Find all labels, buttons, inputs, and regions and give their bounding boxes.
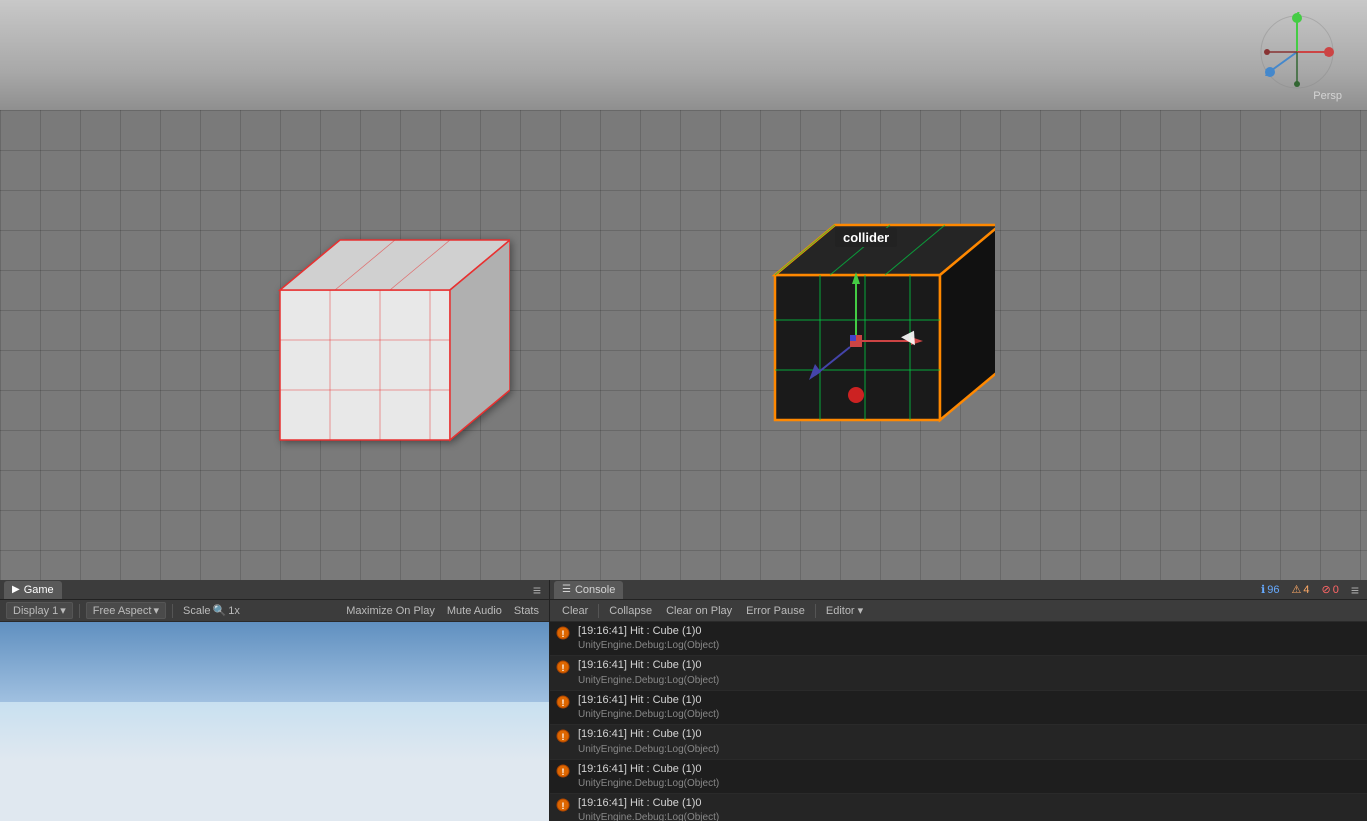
- scene-gizmo[interactable]: Y X Z: [1257, 12, 1337, 92]
- game-tab-label: Game: [24, 584, 54, 596]
- bottom-panels: ▶ Game ≡ Display 1 ▾ Free Aspect ▾ Scale…: [0, 580, 1367, 821]
- err-icon: ⊘: [1321, 583, 1330, 596]
- game-tab[interactable]: ▶ Game: [4, 581, 62, 599]
- log-warn-icon: !: [556, 764, 572, 780]
- game-sky: [0, 622, 549, 702]
- game-tab-icon: ▶: [12, 584, 20, 595]
- log-entry[interactable]: ! [19:16:41] Hit : Cube (1)0UnityEngine.…: [550, 691, 1367, 725]
- warn-badge: ⚠ 4: [1287, 583, 1313, 596]
- log-entry[interactable]: ! [19:16:41] Hit : Cube (1)0UnityEngine.…: [550, 622, 1367, 656]
- info-count: 96: [1267, 584, 1279, 596]
- svg-text:!: !: [562, 767, 565, 777]
- scale-icon: 🔍: [213, 604, 227, 617]
- console-badges: ℹ 96 ⚠ 4 ⊘ 0: [1257, 583, 1343, 596]
- toolbar-sep-2: [172, 604, 173, 618]
- svg-text:!: !: [562, 629, 565, 639]
- log-entry[interactable]: ! [19:16:41] Hit : Cube (1)0UnityEngine.…: [550, 725, 1367, 759]
- editor-label: Editor: [826, 605, 855, 617]
- grid-floor: [0, 110, 1367, 580]
- svg-text:Y: Y: [1295, 12, 1302, 19]
- clear-on-play-btn[interactable]: Clear on Play: [660, 604, 738, 618]
- err-badge: ⊘ 0: [1317, 583, 1342, 596]
- console-sep-1: [598, 604, 599, 618]
- display-dropdown[interactable]: Display 1 ▾: [6, 602, 73, 619]
- game-panel-menu[interactable]: ≡: [529, 582, 545, 598]
- svg-text:!: !: [562, 698, 565, 708]
- log-text: [19:16:41] Hit : Cube (1)0UnityEngine.De…: [578, 796, 1361, 821]
- console-tab-bar: ☰ Console ℹ 96 ⚠ 4 ⊘ 0 ≡: [550, 580, 1367, 600]
- aspect-label: Free Aspect: [93, 605, 152, 617]
- console-panel: ☰ Console ℹ 96 ⚠ 4 ⊘ 0 ≡: [550, 580, 1367, 821]
- svg-text:!: !: [562, 732, 565, 742]
- console-tab[interactable]: ☰ Console: [554, 581, 623, 599]
- editor-btn[interactable]: Editor ▾: [820, 603, 869, 618]
- log-warn-icon: !: [556, 626, 572, 642]
- stats-label: Stats: [514, 605, 539, 617]
- scene-viewport[interactable]: collider Y X Z Persp: [0, 0, 1367, 580]
- scale-label: Scale: [183, 605, 211, 617]
- editor-arrow: ▾: [858, 605, 864, 617]
- log-entry[interactable]: ! [19:16:41] Hit : Cube (1)0UnityEngine.…: [550, 794, 1367, 821]
- game-toolbar: Display 1 ▾ Free Aspect ▾ Scale 🔍 1x Max…: [0, 600, 549, 622]
- error-pause-btn[interactable]: Error Pause: [740, 604, 811, 618]
- console-toolbar: Clear Collapse Clear on Play Error Pause…: [550, 600, 1367, 622]
- maximize-label: Maximize On Play: [346, 605, 435, 617]
- log-text: [19:16:41] Hit : Cube (1)0UnityEngine.De…: [578, 727, 1361, 756]
- aspect-dropdown[interactable]: Free Aspect ▾: [86, 602, 166, 619]
- console-tab-icon: ☰: [562, 584, 571, 595]
- aspect-arrow: ▾: [153, 604, 159, 617]
- log-warn-icon: !: [556, 798, 572, 814]
- console-tab-label: Console: [575, 584, 615, 596]
- mute-audio-btn[interactable]: Mute Audio: [443, 604, 506, 618]
- clear-btn[interactable]: Clear: [556, 604, 594, 618]
- toolbar-sep-1: [79, 604, 80, 618]
- log-entry[interactable]: ! [19:16:41] Hit : Cube (1)0UnityEngine.…: [550, 760, 1367, 794]
- scale-value: 1x: [228, 605, 240, 617]
- log-text: [19:16:41] Hit : Cube (1)0UnityEngine.De…: [578, 658, 1361, 687]
- log-warn-icon: !: [556, 660, 572, 676]
- svg-text:X: X: [1325, 48, 1332, 59]
- console-log[interactable]: ! [19:16:41] Hit : Cube (1)0UnityEngine.…: [550, 622, 1367, 821]
- warn-icon: ⚠: [1291, 583, 1301, 596]
- svg-text:Z: Z: [1265, 68, 1271, 79]
- collapse-btn[interactable]: Collapse: [603, 604, 658, 618]
- display-arrow: ▾: [60, 604, 66, 617]
- warn-count: 4: [1303, 584, 1309, 596]
- stats-btn[interactable]: Stats: [510, 604, 543, 618]
- display-label: Display 1: [13, 605, 58, 617]
- log-text: [19:16:41] Hit : Cube (1)0UnityEngine.De…: [578, 624, 1361, 653]
- white-cube: [250, 230, 510, 483]
- info-icon: ℹ: [1261, 583, 1265, 596]
- log-warn-icon: !: [556, 695, 572, 711]
- console-panel-menu[interactable]: ≡: [1347, 582, 1363, 598]
- game-preview: [0, 622, 549, 821]
- game-panel: ▶ Game ≡ Display 1 ▾ Free Aspect ▾ Scale…: [0, 580, 550, 821]
- console-sep-2: [815, 604, 816, 618]
- scale-control: Scale 🔍 1x: [183, 604, 240, 617]
- log-text: [19:16:41] Hit : Cube (1)0UnityEngine.De…: [578, 762, 1361, 791]
- log-text: [19:16:41] Hit : Cube (1)0UnityEngine.De…: [578, 693, 1361, 722]
- sky-band: [0, 0, 1367, 120]
- mute-label: Mute Audio: [447, 605, 502, 617]
- perspective-label: Persp: [1313, 90, 1342, 102]
- svg-text:!: !: [562, 663, 565, 673]
- svg-text:!: !: [562, 801, 565, 811]
- maximize-on-play-btn[interactable]: Maximize On Play: [342, 604, 439, 618]
- log-entry[interactable]: ! [19:16:41] Hit : Cube (1)0UnityEngine.…: [550, 656, 1367, 690]
- log-warn-icon: !: [556, 729, 572, 745]
- err-count: 0: [1333, 584, 1339, 596]
- info-badge: ℹ 96: [1257, 583, 1283, 596]
- dark-cube-selected: [755, 220, 995, 463]
- game-tab-bar: ▶ Game ≡: [0, 580, 549, 600]
- collider-label: collider: [835, 228, 897, 247]
